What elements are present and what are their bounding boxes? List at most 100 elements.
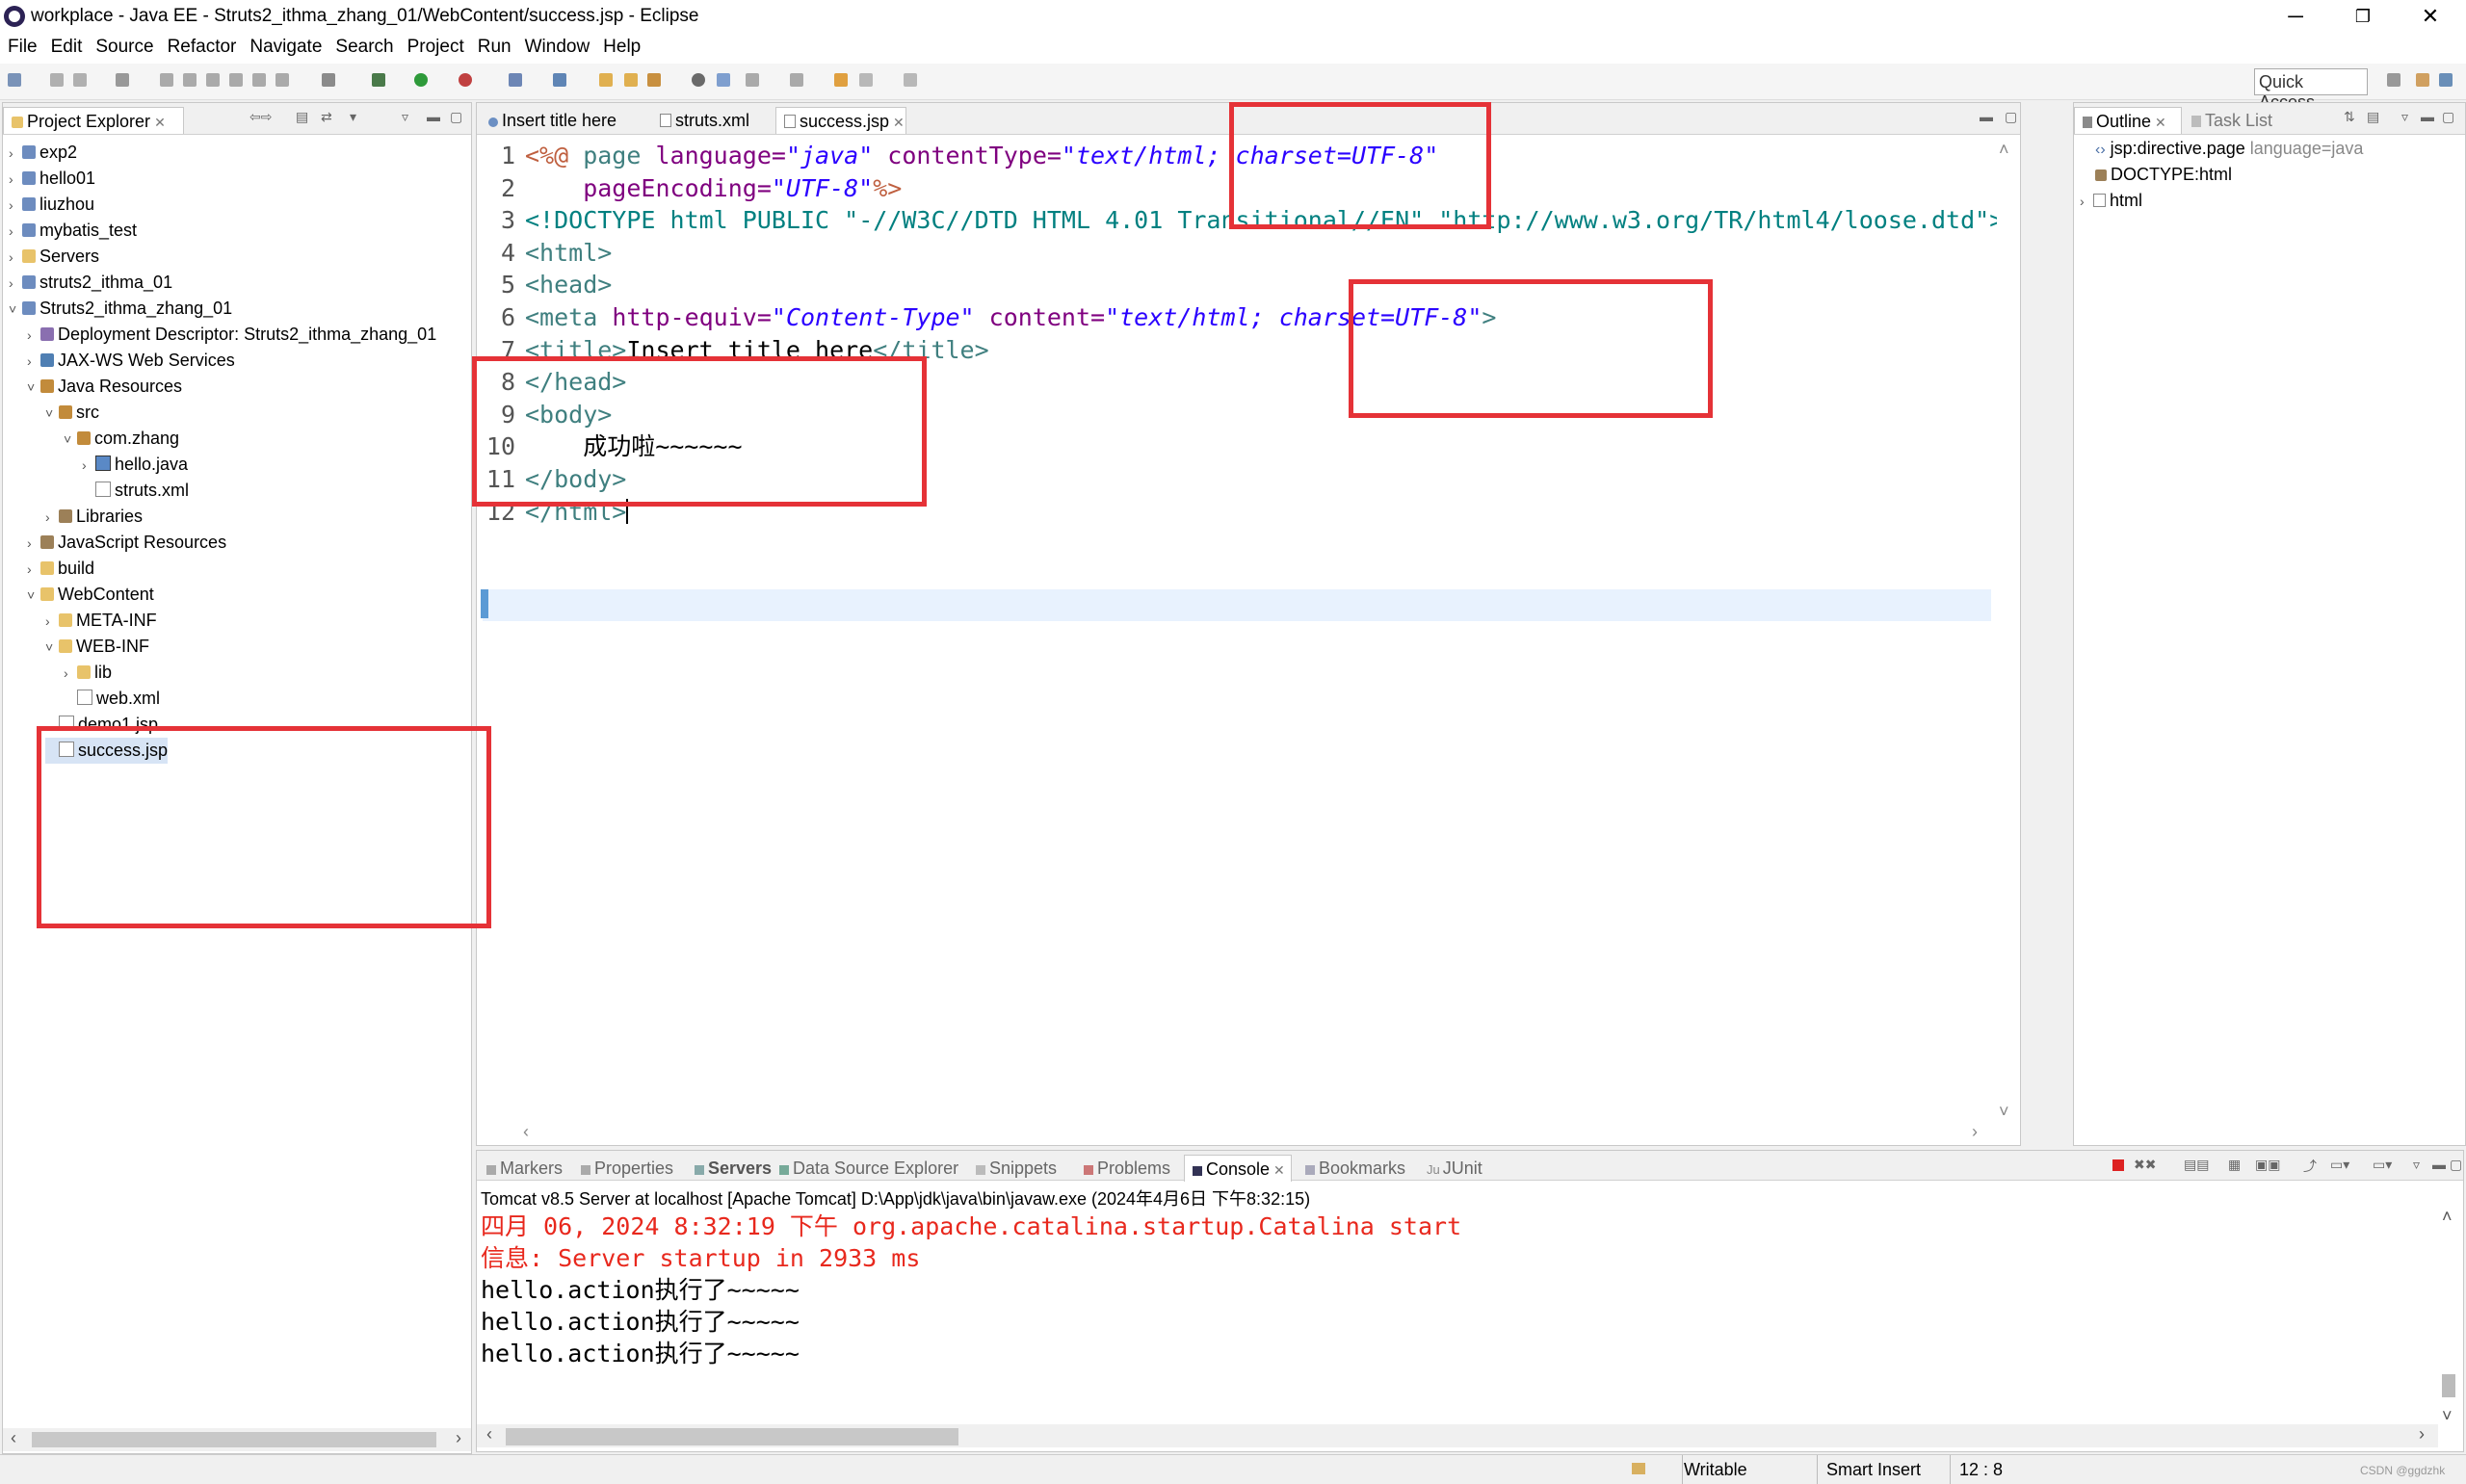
maximize-view-icon[interactable]: ▢ xyxy=(2450,1157,2462,1173)
view-menu-icon[interactable]: ▿ xyxy=(2413,1157,2420,1173)
view-menu-icon-2[interactable]: ▿ xyxy=(402,109,408,125)
chevron-right-icon[interactable]: › xyxy=(9,193,22,219)
scroll-left-icon[interactable]: ‹ xyxy=(486,1424,492,1445)
minimize-view-icon[interactable]: ▬ xyxy=(2421,109,2434,124)
console-horizontal-scrollbar[interactable]: ‹ › xyxy=(477,1424,2438,1447)
terminate-icon[interactable] xyxy=(206,73,220,87)
minimize-button[interactable]: ─ xyxy=(2262,0,2329,35)
run-icon[interactable] xyxy=(414,73,428,87)
tree-item-exp2[interactable]: › exp2 xyxy=(9,140,77,166)
tab-junit[interactable]: Ju JUnit xyxy=(1419,1155,1488,1182)
scroll-up-icon[interactable]: ˄ xyxy=(1999,140,2009,160)
scroll-down-icon[interactable]: ˅ xyxy=(1999,1102,2009,1122)
step-into-icon[interactable] xyxy=(252,73,266,87)
chevron-down-icon[interactable]: ˅ xyxy=(45,635,59,661)
chevron-right-icon[interactable]: › xyxy=(2080,189,2093,215)
scroll-thumb[interactable] xyxy=(506,1428,958,1445)
java-perspective-icon[interactable] xyxy=(2439,73,2453,87)
minimize-view-icon[interactable]: ▬ xyxy=(1980,109,1993,124)
new-icon[interactable] xyxy=(8,73,21,87)
chevron-right-icon[interactable]: › xyxy=(64,661,77,687)
link-with-editor-icon[interactable]: ▤ xyxy=(296,109,308,125)
scroll-thumb[interactable] xyxy=(2442,1374,2455,1397)
quick-access-input[interactable]: Quick Access xyxy=(2254,68,2368,112)
chevron-right-icon[interactable]: › xyxy=(9,167,22,193)
tree-item-jax-ws-web-services[interactable]: › JAX-WS Web Services xyxy=(27,348,235,374)
scroll-right-icon[interactable]: › xyxy=(1972,1122,1978,1142)
tab-task-list[interactable]: Task List xyxy=(2184,107,2299,134)
tab-insert-title-here[interactable]: Insert title here xyxy=(481,107,650,134)
view-menu-icon[interactable]: ▾ xyxy=(350,109,356,125)
tree-item-web-xml[interactable]: web.xml xyxy=(64,686,160,712)
open-console-icon[interactable]: ▭▾ xyxy=(2373,1157,2392,1173)
tab-problems[interactable]: Problems xyxy=(1076,1155,1176,1182)
open-type-icon[interactable] xyxy=(599,73,613,87)
new-class-icon[interactable] xyxy=(553,73,566,87)
open-folder-icon[interactable] xyxy=(624,73,638,87)
back-icon[interactable] xyxy=(859,73,873,87)
tab-success-jsp[interactable]: success.jsp ✕ xyxy=(775,107,906,134)
menu-navigate[interactable]: Navigate xyxy=(249,35,322,58)
chevron-right-icon[interactable]: › xyxy=(45,609,59,635)
tree-item-mybatis-test[interactable]: › mybatis_test xyxy=(9,218,137,244)
clear-console-icon[interactable]: ▤▤ xyxy=(2184,1157,2209,1173)
tab-servers[interactable]: Servers xyxy=(687,1155,777,1182)
outline-item-doctype[interactable]: DOCTYPE:html xyxy=(2095,162,2232,188)
tree-item-javascript-resources[interactable]: › JavaScript Resources xyxy=(27,530,226,556)
tab-struts-xml[interactable]: struts.xml xyxy=(652,107,774,134)
tree-item-meta-inf[interactable]: › META-INF xyxy=(45,608,157,634)
tree-item-src[interactable]: ˅ src xyxy=(45,400,99,426)
tree-item-struts2-ithma-01[interactable]: › struts2_ithma_01 xyxy=(9,270,172,296)
close-icon[interactable]: ✕ xyxy=(893,115,905,130)
scroll-right-icon[interactable]: › xyxy=(456,1428,461,1448)
code-line[interactable]: 5 <head> xyxy=(477,269,612,300)
close-window-button[interactable]: ✕ xyxy=(2397,0,2464,35)
tree-item-struts-xml[interactable]: struts.xml xyxy=(82,478,189,504)
chevron-right-icon[interactable]: › xyxy=(27,531,40,557)
tab-properties[interactable]: Properties xyxy=(573,1155,679,1182)
tree-item-struts2-ithma-zhang-01[interactable]: ˅ Struts2_ithma_zhang_01 xyxy=(9,296,232,322)
step-over-icon[interactable] xyxy=(275,73,289,87)
restore-button[interactable]: ❐ xyxy=(2329,0,2397,35)
minimize-view-icon[interactable]: ▬ xyxy=(427,109,440,124)
debug-icon[interactable] xyxy=(372,73,385,87)
new-server-icon[interactable] xyxy=(509,73,522,87)
minimize-view-icon[interactable]: ▬ xyxy=(2432,1157,2446,1172)
maximize-view-icon[interactable]: ▢ xyxy=(2442,109,2454,125)
previous-annotation-icon[interactable] xyxy=(790,73,803,87)
scroll-thumb[interactable] xyxy=(32,1432,436,1447)
scroll-left-icon[interactable]: ‹ xyxy=(11,1428,16,1448)
tree-item-com-zhang[interactable]: ˅ com.zhang xyxy=(64,426,179,452)
tree-item-libraries[interactable]: › Libraries xyxy=(45,504,143,530)
tab-data-source-explorer[interactable]: Data Source Explorer xyxy=(772,1155,964,1182)
chevron-down-icon[interactable]: ˅ xyxy=(64,427,77,453)
tree-item-hello01[interactable]: › hello01 xyxy=(9,166,95,192)
task-icon[interactable] xyxy=(322,73,335,87)
outline-item-directive[interactable]: ‹› jsp:directive.page language=java xyxy=(2095,136,2363,162)
forward-icon[interactable] xyxy=(904,73,917,87)
open-perspective-icon[interactable] xyxy=(2387,73,2400,87)
tab-bookmarks[interactable]: Bookmarks xyxy=(1298,1155,1411,1182)
edit-icon[interactable] xyxy=(647,73,661,87)
editor-horizontal-scrollbar[interactable]: ‹ › xyxy=(506,1122,1989,1145)
run-external-tools-icon[interactable] xyxy=(459,73,472,87)
code-line[interactable]: 6 <meta http-equiv="Content-Type" content… xyxy=(477,301,1497,333)
tab-snippets[interactable]: Snippets xyxy=(968,1155,1062,1182)
menu-run[interactable]: Run xyxy=(478,35,512,58)
menu-file[interactable]: File xyxy=(8,35,38,58)
close-icon[interactable]: ✕ xyxy=(154,115,166,130)
chevron-right-icon[interactable]: › xyxy=(9,271,22,297)
scroll-up-icon[interactable]: ˄ xyxy=(2442,1207,2453,1227)
chevron-down-icon[interactable]: ˅ xyxy=(27,375,40,401)
next-annotation-icon[interactable] xyxy=(746,73,759,87)
chevron-right-icon[interactable]: › xyxy=(82,453,95,479)
maximize-view-icon[interactable]: ▢ xyxy=(2005,109,2017,125)
scroll-right-icon[interactable]: › xyxy=(2419,1424,2425,1445)
chevron-down-icon[interactable]: ˅ xyxy=(9,297,22,323)
tree-item-build[interactable]: › build xyxy=(27,556,94,582)
maximize-view-icon[interactable]: ▢ xyxy=(450,109,462,125)
tree-item-liuzhou[interactable]: › liuzhou xyxy=(9,192,94,218)
console-vertical-scrollbar[interactable]: ˄ ˅ xyxy=(2438,1207,2457,1425)
focus-icon[interactable]: ⇄ xyxy=(321,109,332,125)
outline-item-html[interactable]: › html xyxy=(2080,188,2142,214)
